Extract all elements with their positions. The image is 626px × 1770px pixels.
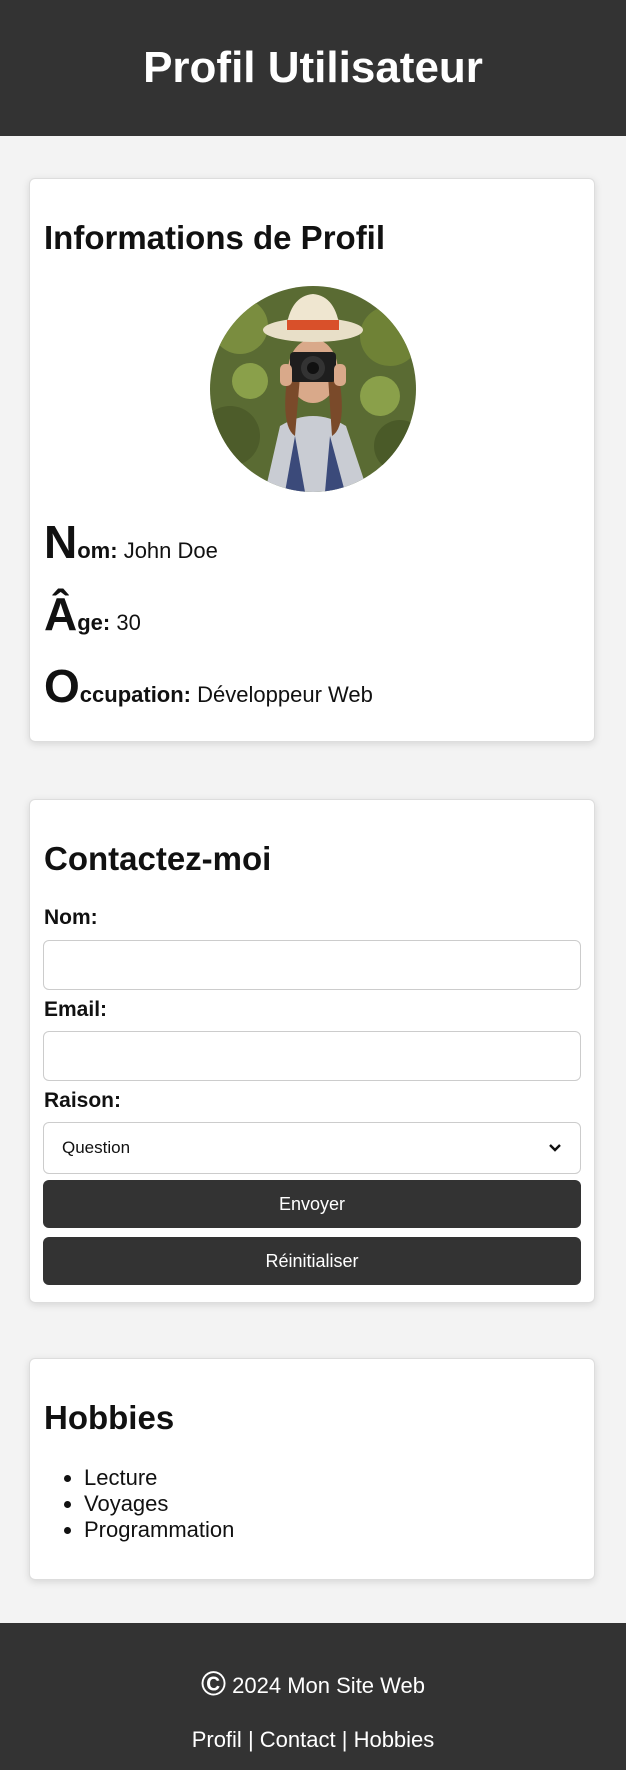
footer-link-hobbies[interactable]: Hobbies (354, 1727, 435, 1752)
profile-photo (210, 286, 416, 492)
name-field-label: Nom: (44, 906, 98, 929)
profile-occupation-row: Occupation: Développeur Web (44, 659, 373, 713)
name-value: John Doe (123, 538, 218, 563)
footer-nav: Profil | Contact | Hobbies (0, 1727, 626, 1753)
list-item: Lecture (84, 1465, 234, 1491)
age-initial: Â (44, 588, 78, 640)
copyright-icon: © (200, 1665, 227, 1703)
profile-name-row: Nom: John Doe (44, 515, 218, 569)
footer-link-contact[interactable]: Contact (260, 1727, 336, 1752)
reason-selected-value: Question (62, 1138, 131, 1157)
name-input[interactable] (43, 940, 581, 990)
hobbies-list: Lecture Voyages Programmation (44, 1465, 234, 1543)
list-item: Programmation (84, 1517, 234, 1543)
email-field-label: Email: (44, 998, 108, 1021)
reason-select[interactable]: Question (43, 1122, 581, 1174)
occupation-initial: O (44, 660, 80, 712)
hobbies-heading: Hobbies (44, 1399, 175, 1436)
contact-heading: Contactez-moi (44, 840, 272, 877)
profile-card: Informations de Profil Nom: John Doe Âge… (29, 178, 595, 742)
contact-card: Contactez-moi Nom: Email: Raison: Questi… (29, 799, 595, 1303)
page-title: Profil Utilisateur (143, 43, 483, 92)
name-initial: N (44, 516, 78, 568)
copyright-text: 2024 Mon Site Web (232, 1673, 425, 1698)
footer-separator: | (247, 1727, 254, 1752)
footer-link-profil[interactable]: Profil (192, 1727, 242, 1752)
page-header: Profil Utilisateur (0, 0, 626, 136)
page-footer: © 2024 Mon Site Web Profil | Contact | H… (0, 1623, 626, 1770)
name-label: om: (77, 538, 118, 563)
reason-field-label: Raison: (44, 1089, 122, 1112)
age-label: ge: (77, 610, 111, 635)
footer-separator: | (341, 1727, 348, 1752)
profile-age-row: Âge: 30 (44, 587, 141, 641)
occupation-label: ccupation: (79, 682, 192, 707)
occupation-value: Développeur Web (197, 682, 373, 707)
chevron-down-icon (548, 1138, 562, 1158)
submit-button[interactable]: Envoyer (43, 1180, 581, 1228)
copyright: © 2024 Mon Site Web (0, 1665, 626, 1704)
email-input[interactable] (43, 1031, 581, 1081)
age-value: 30 (116, 610, 141, 635)
hobbies-card: Hobbies Lecture Voyages Programmation (29, 1358, 595, 1580)
list-item: Voyages (84, 1491, 234, 1517)
profile-heading: Informations de Profil (44, 219, 386, 256)
reset-button[interactable]: Réinitialiser (43, 1237, 581, 1285)
